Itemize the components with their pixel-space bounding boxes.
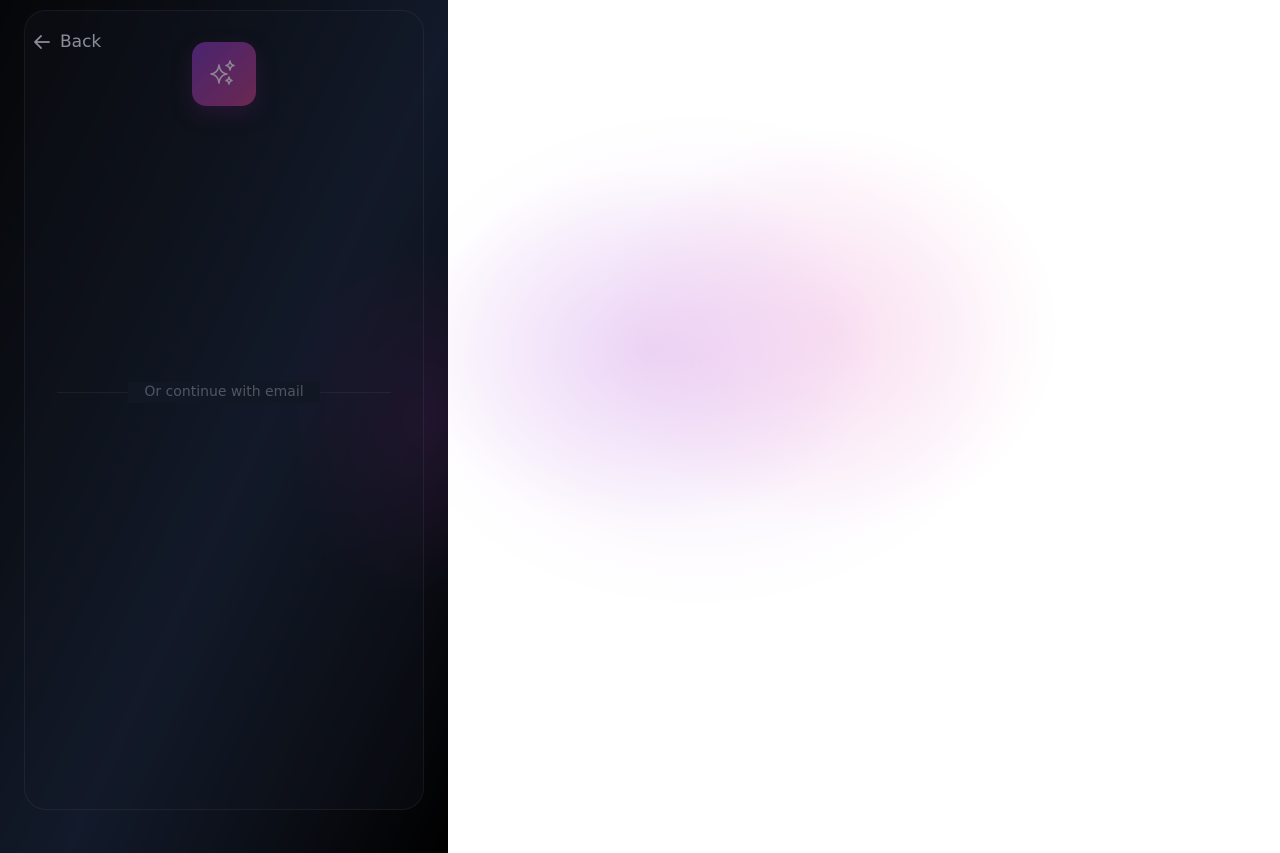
arrow-left-icon xyxy=(34,35,50,49)
divider-text: Or continue with email xyxy=(128,382,320,403)
auth-card xyxy=(24,10,424,810)
sparkles-icon xyxy=(210,60,235,85)
back-label: Back xyxy=(60,32,102,52)
decorative-gradient-panel xyxy=(448,0,1280,853)
back-button[interactable]: Back xyxy=(32,32,101,52)
app-logo xyxy=(192,42,256,106)
